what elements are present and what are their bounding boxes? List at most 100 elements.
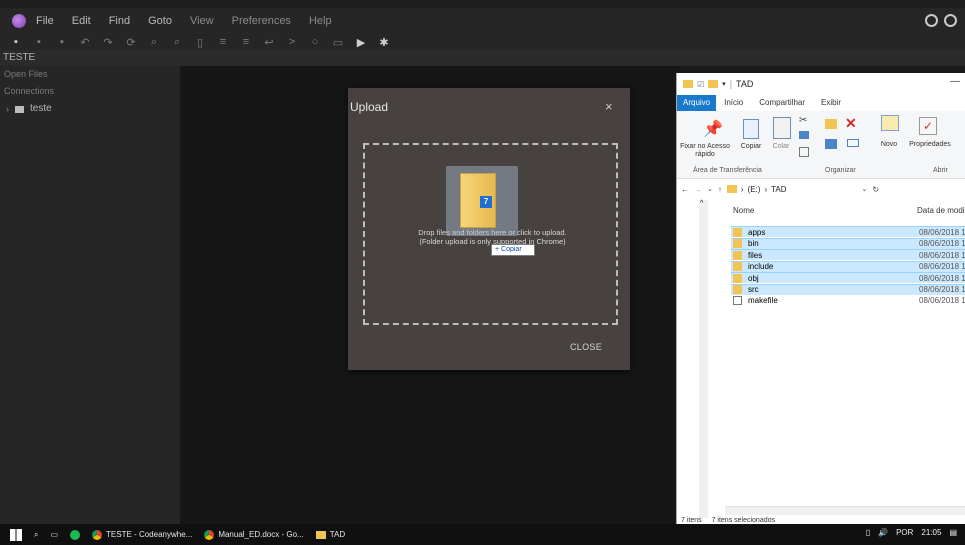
menu-edit[interactable]: Edit [72, 15, 91, 27]
cut-icon[interactable]: ✂ [799, 115, 807, 126]
file-row[interactable]: files 08/06/2018 1! [731, 249, 965, 260]
file-row[interactable]: bin 08/06/2018 1! [731, 237, 965, 249]
navigation-scrollbar[interactable]: ^ [699, 200, 708, 518]
copy-icon[interactable] [743, 119, 759, 139]
sidebar-tree-item-teste[interactable]: › teste [0, 100, 180, 118]
chrome-icon [204, 529, 215, 540]
taskbar-app-explorer[interactable]: TAD [315, 530, 345, 539]
menu-file[interactable]: File [36, 15, 54, 27]
preview-icon[interactable]: ▭ [332, 36, 344, 49]
properties-button[interactable]: Propriedades [903, 141, 957, 149]
column-header-date[interactable]: Data de modi [917, 206, 965, 215]
menu-preferences[interactable]: Preferences [232, 15, 291, 27]
pin-icon[interactable]: 📌 [703, 119, 723, 139]
group-open: Abrir [933, 167, 948, 174]
copy-to-icon[interactable] [825, 139, 837, 149]
sidebar-connections[interactable]: Connections [0, 83, 180, 100]
undo-icon[interactable]: ↶ [79, 36, 91, 49]
replace-icon[interactable]: ⌕ [171, 36, 183, 49]
menu-view[interactable]: View [190, 15, 214, 27]
file-list: Nome Data de modi apps 08/06/2018 1! bin 08… [729, 200, 965, 518]
settings-gear-icon[interactable]: ✱ [378, 36, 390, 49]
terminal-icon[interactable]: > [286, 36, 298, 48]
pin-quick-access-button[interactable]: Fixar no Acesso rápido [677, 143, 733, 159]
menu-goto[interactable]: Goto [148, 15, 172, 27]
move-to-icon[interactable] [825, 119, 837, 129]
menu-help[interactable]: Help [309, 15, 332, 27]
split-icon[interactable]: ▯ [194, 36, 206, 49]
up-arrow-icon[interactable]: ↑ [718, 185, 722, 194]
search-icon[interactable]: ⌕ [34, 530, 38, 540]
paste-icon[interactable] [773, 117, 791, 139]
address-dropdown-icon[interactable]: ⌄ [862, 185, 868, 193]
redo-icon[interactable]: ↷ [102, 36, 114, 49]
refresh-icon[interactable]: ↻ [872, 185, 879, 194]
paste-shortcut-icon[interactable] [799, 147, 809, 157]
minimize-icon[interactable]: — [950, 76, 960, 87]
spotify-icon[interactable] [70, 529, 81, 540]
folder-icon [733, 239, 742, 248]
outdent-icon[interactable]: ≡ [240, 36, 252, 48]
tab-arquivo[interactable]: Arquivo [677, 95, 717, 111]
file-row[interactable]: include 08/06/2018 1! [731, 260, 965, 272]
user-account-icon[interactable] [944, 14, 957, 27]
chevron-right-icon: › [6, 104, 9, 114]
paste-button[interactable]: Colar [769, 143, 793, 151]
file-name: src [748, 285, 759, 294]
notifications-icon[interactable] [925, 14, 938, 27]
file-row[interactable]: makefile 08/06/2018 1! [731, 295, 965, 306]
new-button[interactable]: Novo [877, 141, 901, 149]
notifications-icon[interactable]: ▤ [949, 528, 957, 537]
tab-compartilhar[interactable]: Compartilhar [751, 95, 813, 111]
scroll-up-arrow-icon[interactable]: ^ [700, 200, 703, 207]
file-date: 08/06/2018 1! [919, 227, 965, 237]
file-row[interactable]: obj 08/06/2018 1! [731, 272, 965, 283]
file-name: files [748, 250, 763, 260]
back-arrow-icon[interactable]: ← [681, 185, 689, 194]
new-folder-icon[interactable] [881, 115, 899, 131]
rename-icon[interactable] [847, 139, 859, 147]
tab-exibir[interactable]: Exibir [813, 95, 849, 111]
tab-inicio[interactable]: Início [716, 95, 751, 111]
ide-sidebar: Open Files Connections › teste [0, 66, 180, 524]
indent-icon[interactable]: ≡ [217, 36, 229, 48]
save-all-icon[interactable]: ▪ [56, 36, 68, 48]
debug-icon[interactable]: ○ [309, 36, 321, 48]
forward-arrow-icon[interactable]: → [694, 185, 702, 194]
folder-icon [683, 80, 693, 88]
sidebar-open-files[interactable]: Open Files [0, 66, 180, 83]
new-file-icon[interactable]: ▪ [10, 36, 22, 48]
menu-find[interactable]: Find [109, 15, 130, 27]
group-organize: Organizar [825, 167, 856, 174]
file-row[interactable]: apps 08/06/2018 1! [731, 226, 965, 237]
file-row[interactable]: src 08/06/2018 1! [731, 283, 965, 295]
clock[interactable]: 21:05 [921, 528, 941, 537]
run-icon[interactable]: ▶ [355, 36, 367, 49]
save-icon[interactable]: ▪ [33, 36, 45, 48]
taskbar-app-chrome-teste[interactable]: TESTE - Codeanywhe... [92, 529, 192, 540]
path-drive[interactable]: (E:) [748, 185, 761, 194]
volume-icon[interactable]: 🔊 [878, 528, 888, 537]
horizontal-scrollbar[interactable] [725, 506, 965, 515]
task-view-icon[interactable]: ▭ [50, 530, 58, 539]
language-indicator[interactable]: POR [896, 528, 913, 537]
explorer-title: TAD [736, 79, 754, 89]
wrap-icon[interactable]: ↩ [263, 36, 275, 49]
copy-path-icon[interactable] [799, 131, 809, 139]
address-path[interactable]: › (E:) › TAD [726, 185, 787, 194]
copy-button[interactable]: Copiar [737, 143, 765, 151]
close-button[interactable]: CLOSE [570, 342, 602, 352]
taskbar-app-chrome-manual[interactable]: Manual_ED.docx - Go... [204, 529, 304, 540]
quick-access-dropdown-icon[interactable]: ▾ [722, 80, 726, 88]
path-folder[interactable]: TAD [771, 185, 786, 194]
windows-start-icon[interactable] [10, 528, 22, 541]
chrome-icon [92, 529, 103, 540]
close-icon[interactable]: × [605, 99, 613, 114]
column-header-name[interactable]: Nome [733, 206, 754, 215]
recent-dropdown-icon[interactable]: ⌄ [707, 185, 713, 193]
refresh-icon[interactable]: ⟳ [125, 36, 137, 49]
delete-icon[interactable]: ✕ [845, 115, 857, 132]
network-icon[interactable]: ▯ [866, 528, 870, 537]
search-icon[interactable]: ⌕ [148, 36, 160, 49]
properties-icon[interactable]: ✓ [919, 117, 937, 135]
